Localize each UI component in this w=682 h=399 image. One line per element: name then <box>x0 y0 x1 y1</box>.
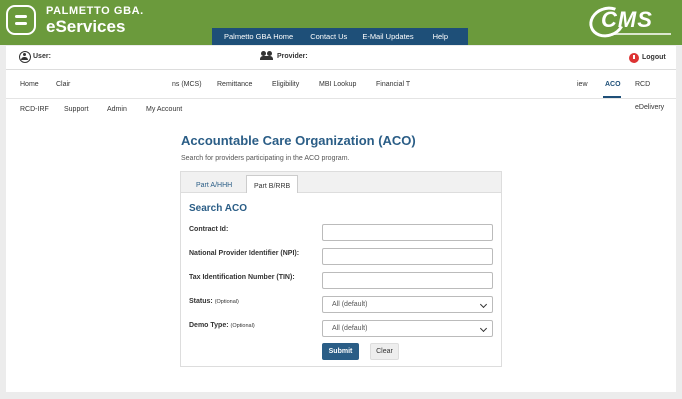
clear-button[interactable]: Clear <box>370 343 399 360</box>
contract-id-input[interactable] <box>322 224 493 241</box>
site-header: PALMETTO GBA. eServices Palmetto GBA Hom… <box>0 0 682 45</box>
demo-type-label-text: Demo Type: <box>189 322 229 329</box>
demo-type-selected: All (default) <box>332 325 368 332</box>
topnav-help[interactable]: Help <box>433 32 448 41</box>
brand-subtitle: eServices <box>46 17 126 36</box>
nav-edelivery[interactable]: eDelivery <box>635 104 664 111</box>
topnav-email-updates[interactable]: E-Mail Updates <box>362 32 413 41</box>
npi-label: National Provider Identifier (NPI): <box>189 250 300 257</box>
user-bar: User: Provider: Logout <box>6 46 676 70</box>
top-nav: Palmetto GBA Home Contact Us E-Mail Upda… <box>212 28 468 45</box>
palmetto-logo-icon[interactable] <box>6 5 36 35</box>
nav-my-account[interactable]: My Account <box>146 106 182 113</box>
nav-admin[interactable]: Admin <box>107 106 127 113</box>
npi-input[interactable] <box>322 248 493 265</box>
brand-name: PALMETTO GBA. <box>46 5 144 17</box>
provider-label: Provider: <box>277 53 308 60</box>
chevron-down-icon <box>479 300 488 309</box>
tin-input[interactable] <box>322 272 493 289</box>
user-label: User: <box>33 53 51 60</box>
nav-eligibility[interactable]: Eligibility <box>272 81 299 88</box>
provider-icon <box>260 51 274 60</box>
nav-mcs[interactable]: ns (MCS) <box>172 81 202 88</box>
chevron-down-icon <box>479 324 488 333</box>
nav-rcd-irf[interactable]: RCD-IRF <box>20 106 49 113</box>
status-selected: All (default) <box>332 301 368 308</box>
nav-aco[interactable]: ACO <box>605 81 621 88</box>
nav-remittance[interactable]: Remittance <box>217 81 252 88</box>
logout-link[interactable]: Logout <box>642 54 666 61</box>
topnav-contact[interactable]: Contact Us <box>310 32 347 41</box>
search-heading: Search ACO <box>189 203 247 214</box>
status-label-text: Status: <box>189 298 213 305</box>
status-optional: (Optional) <box>214 299 239 305</box>
submit-button[interactable]: Submit <box>322 343 359 360</box>
cms-wordmark: CMS <box>601 7 653 32</box>
status-select[interactable]: All (default) <box>322 296 493 313</box>
power-icon[interactable] <box>629 53 639 63</box>
tab-part-b-rrb[interactable]: Part B/RRB <box>246 175 299 193</box>
demo-type-optional: (Optional) <box>230 323 255 329</box>
nav-mbi-lookup[interactable]: MBI Lookup <box>319 81 356 88</box>
tab-strip: Part A/HHH Part B/RRB <box>181 172 501 193</box>
nav-home[interactable]: Home <box>20 81 39 88</box>
tin-label: Tax Identification Number (TIN): <box>189 274 295 281</box>
nav-support[interactable]: Support <box>64 106 89 113</box>
search-panel: Part A/HHH Part B/RRB <box>180 171 502 367</box>
cms-logo: CMS <box>584 1 675 43</box>
demo-type-select[interactable]: All (default) <box>322 320 493 337</box>
nav-divider <box>6 98 676 99</box>
status-label: Status: (Optional) <box>189 298 239 305</box>
nav-review[interactable]: iew <box>577 81 588 88</box>
nav-financial[interactable]: Financial T <box>376 81 410 88</box>
page-description: Search for providers participating in th… <box>181 155 350 162</box>
cms-tagline <box>611 33 671 35</box>
demo-type-label: Demo Type: (Optional) <box>189 322 255 329</box>
page-title: Accountable Care Organization (ACO) <box>181 133 416 148</box>
nav-rcd[interactable]: RCD <box>635 81 650 88</box>
user-icon <box>19 51 31 63</box>
nav-claims[interactable]: Clair <box>56 81 70 88</box>
contract-id-label: Contract Id: <box>189 226 229 233</box>
tab-part-a-hhh[interactable]: Part A/HHH <box>196 182 232 189</box>
topnav-home[interactable]: Palmetto GBA Home <box>224 32 293 41</box>
